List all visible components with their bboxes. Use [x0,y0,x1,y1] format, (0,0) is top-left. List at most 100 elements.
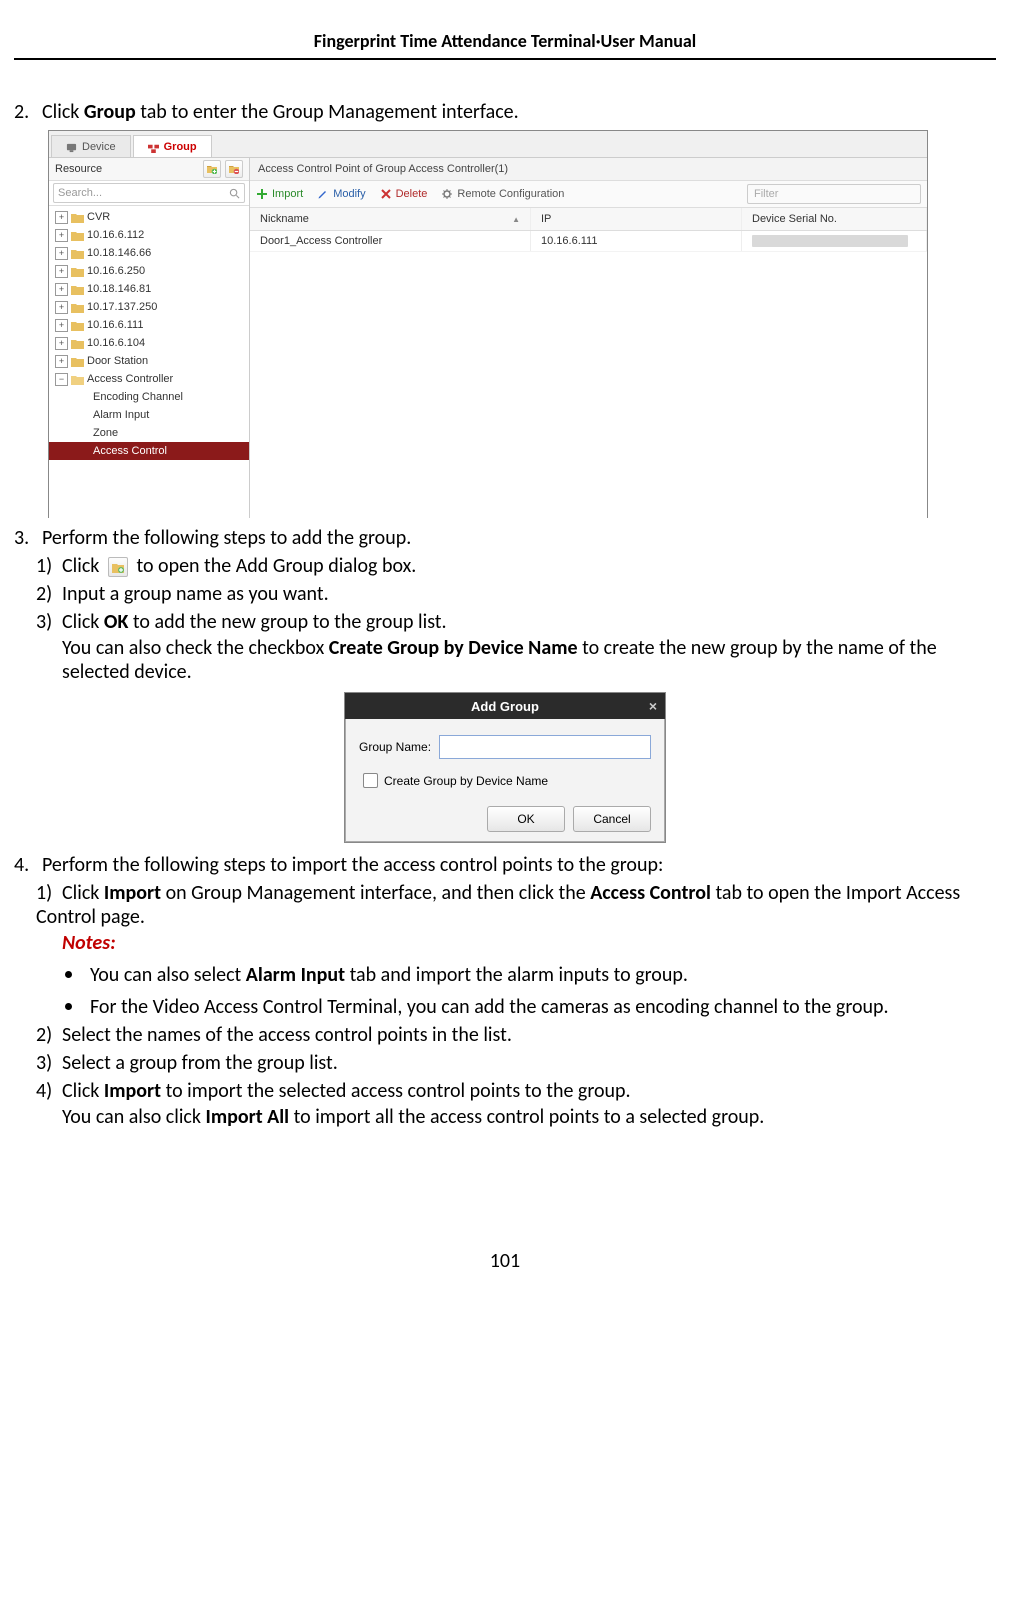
text: on Group Management interface, and then … [161,881,590,905]
sub-step: 1)Click Import on Group Management inter… [36,881,996,1019]
add-group-icon[interactable] [203,160,221,178]
expand-icon[interactable]: + [55,283,68,296]
tree-item[interactable]: +10.17.137.250 [49,298,249,316]
tree-label: Alarm Input [93,409,149,421]
sub-num: 1) [36,881,62,905]
resource-tree: + CVR +10.16.6.112 +10.18.146.66 +10.16.6… [49,206,249,518]
expand-icon[interactable]: + [55,319,68,332]
device-icon [66,142,77,153]
screenshot-add-group-dialog: Add Group × Group Name: Create Group by … [344,692,666,843]
search-input[interactable]: Search... [53,183,245,203]
delete-group-icon[interactable] [225,160,243,178]
sub-step: 3)Click OK to add the new group to the g… [36,610,996,684]
text: Input a group name as you want. [62,582,329,606]
text: to import the selected access control po… [161,1079,631,1103]
ok-button[interactable]: OK [487,806,565,832]
x-icon [380,188,392,200]
remote-config-button[interactable]: Remote Configuration [441,188,564,200]
tree-label: 10.16.6.111 [87,319,143,331]
sub-step: 1)Click to open the Add Group dialog box… [36,554,996,578]
tree-label: CVR [87,211,110,223]
tree-child[interactable]: Alarm Input [49,406,249,424]
folder-icon [71,356,84,367]
tree-item[interactable]: +10.18.146.66 [49,244,249,262]
folder-icon [71,320,84,331]
step-number: 4. [14,853,42,877]
text: You can also select [90,963,246,987]
expand-icon[interactable]: + [55,211,68,224]
expand-icon[interactable]: + [55,355,68,368]
sub-num: 3) [36,1051,62,1075]
tree-child[interactable]: Encoding Channel [49,388,249,406]
tree-label: Door Station [87,355,148,367]
tree-item[interactable]: +10.16.6.111 [49,316,249,334]
import-button[interactable]: Import [256,188,303,200]
screenshot-group-management: Device Group Resource Search... [48,130,928,518]
sub-num: 2) [36,1023,62,1047]
folder-icon [71,248,84,259]
resource-label: Resource [55,163,102,175]
close-icon[interactable]: × [649,698,657,714]
cancel-button[interactable]: Cancel [573,806,651,832]
folder-icon [71,212,84,223]
step-3: 3. Perform the following steps to add th… [14,526,996,550]
tree-label: Access Controller [87,373,173,385]
tree-item[interactable]: + CVR [49,208,249,226]
table-row[interactable]: Door1_Access Controller 10.16.6.111 [250,231,927,252]
sub-step: 3)Select a group from the group list. [36,1051,996,1075]
col-ip[interactable]: IP [531,208,742,230]
expand-icon[interactable]: + [55,247,68,260]
button-label: Delete [396,188,428,200]
tab-label: Group [164,141,197,153]
text: tab and import the alarm inputs to group… [345,963,688,987]
folder-icon [71,266,84,277]
tab-group[interactable]: Group [133,135,212,157]
collapse-icon[interactable]: − [55,373,68,386]
create-by-device-checkbox[interactable]: Create Group by Device Name [359,773,651,788]
tree-label: 10.18.146.66 [87,247,151,259]
expand-icon[interactable]: + [55,265,68,278]
sub-step: 2)Select the names of the access control… [36,1023,996,1047]
text: Click [42,100,84,124]
tree-label: 10.16.6.250 [87,265,145,277]
resource-panel: Resource Search... + CVR +10.16.6.112 +10… [49,158,250,518]
tree-item[interactable]: +10.18.146.81 [49,280,249,298]
delete-button[interactable]: Delete [380,188,428,200]
filter-input[interactable]: Filter [747,184,921,204]
text-bold: OK [104,610,128,634]
text-bold: Alarm Input [246,963,345,987]
tree-item[interactable]: + Door Station [49,352,249,370]
button-label: Remote Configuration [457,188,564,200]
sub-num: 1) [36,554,62,578]
col-serial[interactable]: Device Serial No. [742,208,927,230]
tree-child[interactable]: Zone [49,424,249,442]
notes-label: Notes: [62,931,996,955]
tree-item-access-controller[interactable]: − Access Controller [49,370,249,388]
text: Click [62,881,104,905]
col-nickname[interactable]: Nickname▲ [250,208,531,230]
text: to open the Add Group dialog box. [132,554,416,578]
expand-icon[interactable]: + [55,301,68,314]
tree-child-selected[interactable]: Access Control [49,442,249,460]
cell-ip: 10.16.6.111 [531,231,742,251]
tab-device[interactable]: Device [51,135,131,157]
group-name-input[interactable] [439,735,651,759]
tree-item[interactable]: +10.16.6.104 [49,334,249,352]
placeholder: Search... [58,187,102,199]
page-header: Fingerprint Time Attendance Terminal·Use… [14,30,996,60]
modify-button[interactable]: Modify [317,188,365,200]
tree-label: 10.16.6.112 [87,229,144,241]
step-4: 4. Perform the following steps to import… [14,853,996,877]
tab-bar: Device Group [49,131,927,158]
tree-item[interactable]: +10.16.6.250 [49,262,249,280]
add-folder-icon [108,557,128,577]
expand-icon[interactable]: + [55,229,68,242]
text-bold: Group [84,100,136,124]
tree-item[interactable]: +10.16.6.112 [49,226,249,244]
step-2: 2. Click Group tab to enter the Group Ma… [14,100,996,124]
bullet: For the Video Access Control Terminal, y… [86,991,996,1019]
expand-icon[interactable]: + [55,337,68,350]
group-name-label: Group Name: [359,740,431,754]
cell-serial [742,231,927,251]
bullet: You can also select Alarm Input tab and … [86,959,996,987]
